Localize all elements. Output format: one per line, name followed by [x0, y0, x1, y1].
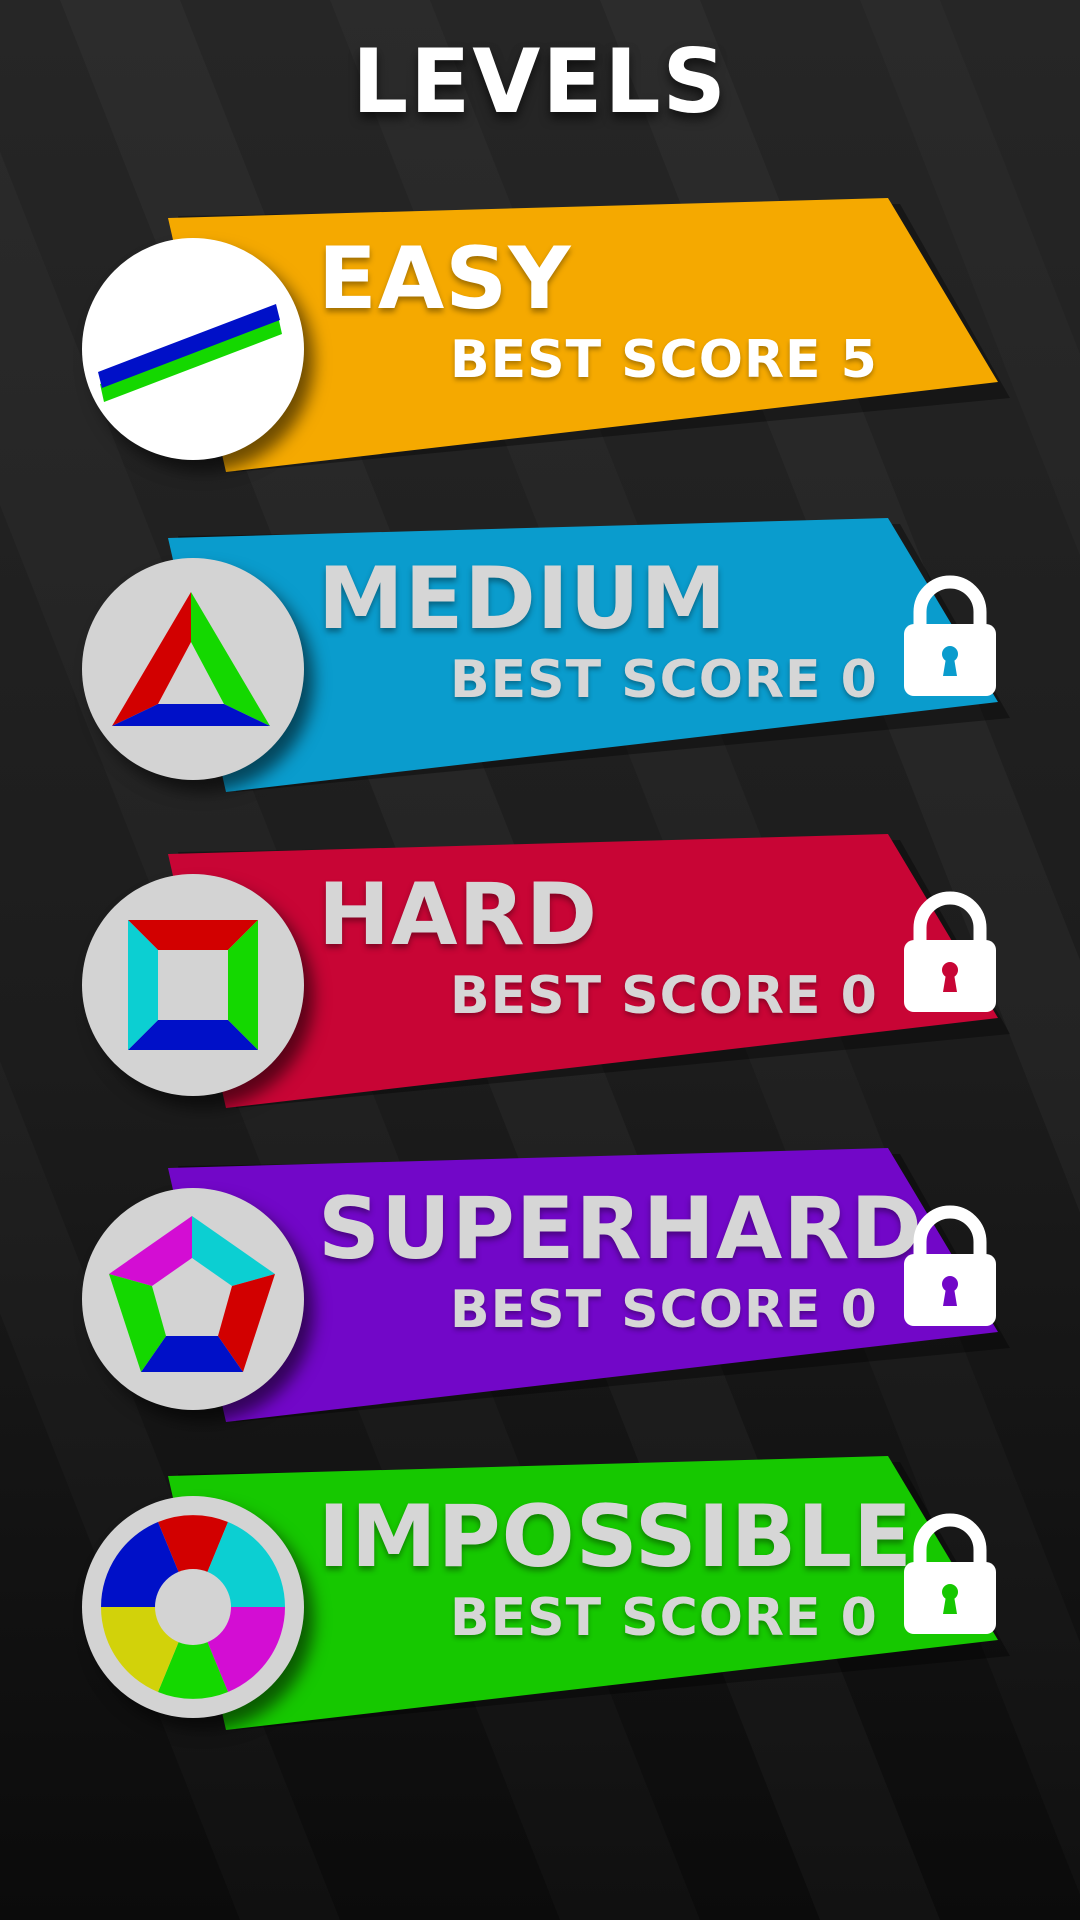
best-score: BEST SCORE 0: [450, 650, 878, 710]
lock-icon: [904, 891, 996, 1012]
level-icon-circle: [82, 558, 304, 780]
line-icon: [98, 304, 282, 402]
level-card-impossible[interactable]: IMPOSSIBLE BEST SCORE 0: [0, 1454, 1080, 1744]
level-icon-circle: [82, 1188, 304, 1410]
triangle-icon: [112, 592, 270, 726]
page-title: LEVELS: [352, 30, 728, 133]
level-name: IMPOSSIBLE: [318, 1487, 913, 1587]
level-icon-circle: [82, 874, 304, 1096]
level-card-superhard[interactable]: SUPERHARD BEST SCORE 0: [0, 1146, 1080, 1436]
level-name: MEDIUM: [318, 549, 728, 649]
lock-icon: [904, 1513, 996, 1634]
square-icon: [128, 920, 258, 1050]
level-card-easy[interactable]: EASY BEST SCORE 5: [0, 196, 1080, 486]
lock-icon: [904, 575, 996, 696]
best-score: BEST SCORE 0: [450, 1588, 878, 1648]
level-name: HARD: [318, 865, 599, 965]
level-name: EASY: [318, 229, 572, 329]
level-card-medium[interactable]: MEDIUM BEST SCORE 0: [0, 516, 1080, 806]
hexagon-ring-icon: [101, 1515, 285, 1699]
best-score: BEST SCORE 5: [450, 330, 878, 390]
level-icon-circle: [82, 238, 304, 460]
lock-icon: [904, 1205, 996, 1326]
level-icon-circle: [82, 1496, 304, 1718]
best-score: BEST SCORE 0: [450, 1280, 878, 1340]
pentagon-icon: [109, 1216, 275, 1372]
level-name: SUPERHARD: [318, 1179, 923, 1279]
best-score: BEST SCORE 0: [450, 966, 878, 1026]
level-card-hard[interactable]: HARD BEST SCORE 0: [0, 832, 1080, 1122]
